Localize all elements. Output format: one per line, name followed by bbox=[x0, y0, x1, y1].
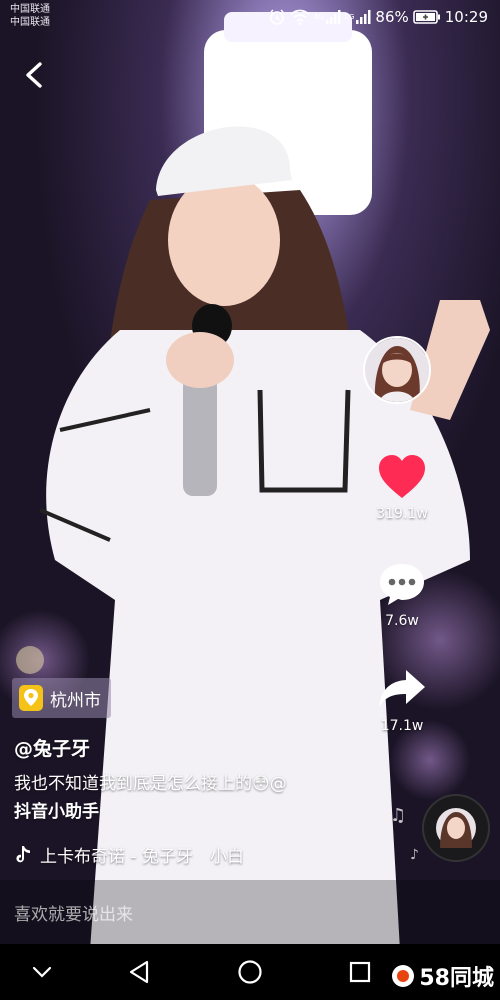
chevron-down-icon bbox=[32, 966, 52, 978]
disc-cover-image bbox=[436, 808, 476, 848]
network-type-1: 4G bbox=[313, 13, 324, 21]
triangle-back-icon bbox=[129, 960, 149, 984]
alarm-icon bbox=[268, 8, 286, 26]
comment-input[interactable]: 喜欢就要说出来 bbox=[14, 900, 133, 925]
network-type-2: 2G bbox=[344, 13, 355, 21]
signal-icon-2: 2G bbox=[345, 9, 372, 25]
like-button[interactable]: 319.1w bbox=[362, 454, 442, 522]
comment-count: 7.6w bbox=[385, 613, 419, 629]
music-note-icon: ♫ bbox=[390, 805, 407, 826]
avatar-image bbox=[365, 338, 429, 402]
nav-back-button[interactable] bbox=[123, 956, 155, 988]
creator-username[interactable]: @兔子牙 bbox=[14, 734, 90, 761]
comment-icon bbox=[380, 564, 424, 605]
location-label: 杭州市 bbox=[50, 690, 101, 711]
nav-recents-button[interactable] bbox=[344, 956, 376, 988]
chevron-left-icon bbox=[26, 62, 42, 88]
comment-button[interactable]: 7.6w bbox=[362, 561, 442, 629]
creator-avatar[interactable] bbox=[363, 336, 431, 404]
carrier-labels: 中国联通 中国联通 bbox=[10, 3, 50, 29]
music-title: 上卡布奇诺 - 兔子牙 小白 bbox=[40, 847, 244, 867]
caption-text: 我也不知道我到底是怎么接上的😳@ bbox=[14, 774, 287, 794]
like-count: 319.1w bbox=[376, 506, 428, 522]
watermark: 58同城 bbox=[391, 956, 494, 996]
heart-icon bbox=[379, 455, 425, 498]
share-count: 17.1w bbox=[380, 718, 424, 734]
nav-hide-button[interactable] bbox=[26, 956, 58, 988]
music-info[interactable]: 上卡布奇诺 - 兔子牙 小白 bbox=[14, 842, 244, 867]
clock: 10:29 bbox=[444, 8, 488, 26]
watermark-logo-icon bbox=[392, 965, 415, 987]
circle-home-icon bbox=[238, 960, 262, 984]
share-button[interactable]: 17.1w bbox=[362, 666, 442, 734]
location-tag[interactable]: 杭州市 bbox=[12, 678, 111, 718]
video-caption: 我也不知道我到底是怎么接上的😳@ 抖音小助手 bbox=[14, 770, 364, 826]
comment-bar: 喜欢就要说出来 bbox=[0, 890, 500, 940]
caption-mention[interactable]: 抖音小助手 bbox=[14, 802, 99, 822]
wifi-icon bbox=[290, 9, 310, 25]
music-note-icon-small: ♪ bbox=[410, 847, 419, 863]
location-pin-icon bbox=[19, 685, 43, 711]
carrier-2: 中国联通 bbox=[10, 17, 50, 28]
music-disc-button[interactable] bbox=[424, 796, 488, 860]
battery-charging-icon bbox=[412, 9, 441, 25]
share-arrow-icon bbox=[379, 670, 425, 707]
back-button[interactable] bbox=[22, 60, 46, 90]
watermark-text: 58同城 bbox=[419, 966, 494, 991]
square-recents-icon bbox=[349, 961, 371, 983]
nav-home-button[interactable] bbox=[234, 956, 266, 988]
status-right: 4G 2G 86% 10:29 bbox=[268, 6, 488, 28]
status-bar: 中国联通 中国联通 4G 2G 86% 10:29 bbox=[0, 0, 500, 36]
battery-percent: 86% bbox=[375, 8, 409, 26]
tiktok-note-icon bbox=[16, 845, 30, 862]
carrier-1: 中国联通 bbox=[10, 4, 50, 15]
signal-icon: 4G bbox=[314, 9, 341, 25]
